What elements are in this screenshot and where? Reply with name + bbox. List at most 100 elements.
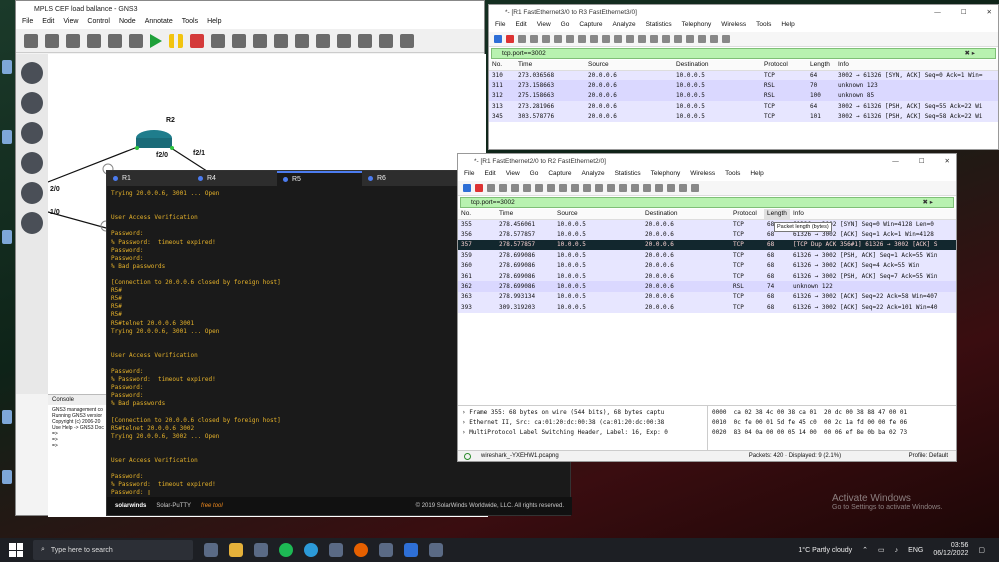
notifications-icon[interactable]: ▢ xyxy=(978,546,985,554)
menu-view[interactable]: View xyxy=(506,170,520,181)
save-icon[interactable] xyxy=(554,35,562,43)
find-icon[interactable] xyxy=(590,35,598,43)
menu-file[interactable]: File xyxy=(495,21,505,32)
table-row-selected[interactable]: 357 278.577857 10.0.0.5 20.0.0.6 TCP 68 [TCP D… xyxy=(458,239,956,251)
back-icon[interactable] xyxy=(602,35,610,43)
clear-filter-icon[interactable]: ✖ ▸ xyxy=(922,198,933,207)
close-file-icon[interactable] xyxy=(566,35,574,43)
first-icon[interactable] xyxy=(638,35,646,43)
menu-view[interactable]: View xyxy=(537,21,551,32)
app-icon[interactable] xyxy=(429,543,443,557)
col-time[interactable]: Time xyxy=(496,209,554,220)
col-length[interactable]: Length xyxy=(764,209,790,220)
col-no[interactable]: No. xyxy=(489,60,515,71)
reload-icon[interactable] xyxy=(578,35,586,43)
normal-size-icon[interactable] xyxy=(710,35,718,43)
router-icon[interactable] xyxy=(21,62,43,84)
wireshark-icon[interactable] xyxy=(404,543,418,557)
zoom-out-icon[interactable] xyxy=(698,35,706,43)
menu-telephony[interactable]: Telephony xyxy=(651,170,681,181)
col-no[interactable]: No. xyxy=(458,209,496,220)
menu-capture[interactable]: Capture xyxy=(548,170,571,181)
menu-edit[interactable]: Edit xyxy=(515,21,526,32)
menu-help[interactable]: Help xyxy=(750,170,763,181)
tab-r6[interactable]: R6 xyxy=(362,171,447,186)
desktop-icon[interactable] xyxy=(2,470,12,484)
close-icon[interactable]: ✕ xyxy=(987,5,992,21)
menu-wireless[interactable]: Wireless xyxy=(690,170,715,181)
screenshot-icon[interactable] xyxy=(400,33,414,48)
zoom-in-icon[interactable] xyxy=(686,35,694,43)
forward-icon[interactable] xyxy=(583,184,591,192)
menu-edit[interactable]: Edit xyxy=(42,18,54,29)
reload-icon[interactable] xyxy=(211,33,225,48)
tray-chevron-icon[interactable]: ⌃ xyxy=(862,546,868,554)
menu-wireless[interactable]: Wireless xyxy=(721,21,746,32)
file-explorer-icon[interactable] xyxy=(229,543,243,557)
display-filter-input[interactable]: tcp.port==3002 ✖ ▸ xyxy=(491,48,996,59)
grid-icon[interactable] xyxy=(108,33,122,48)
autoscroll-icon[interactable] xyxy=(631,184,639,192)
menu-file[interactable]: File xyxy=(464,170,474,181)
clock[interactable]: 03:56 06/12/2022 xyxy=(933,542,968,558)
col-source[interactable]: Source xyxy=(585,60,673,71)
stop-icon[interactable] xyxy=(190,33,204,48)
stop-capture-icon[interactable] xyxy=(475,184,483,192)
detail-ethernet[interactable]: › Ethernet II, Src: ca:01:20:dc:00:38 (c… xyxy=(462,418,703,428)
table-row[interactable]: 313 273.281966 20.0.0.6 10.0.0.5 TCP 64 3002 →… xyxy=(489,101,998,112)
clock-icon[interactable] xyxy=(87,33,101,48)
menu-tools[interactable]: Tools xyxy=(725,170,740,181)
link-icon[interactable] xyxy=(21,212,43,234)
table-row[interactable]: 360 278.699086 10.0.0.5 20.0.0.6 TCP 68 61326 … xyxy=(458,260,956,271)
lock-icon[interactable] xyxy=(337,33,351,48)
menu-file[interactable]: File xyxy=(22,18,33,29)
taskbar-search[interactable]: ⌕ Type here to search xyxy=(33,540,193,560)
language-indicator[interactable]: ENG xyxy=(908,547,923,554)
goto-icon[interactable] xyxy=(626,35,634,43)
back-icon[interactable] xyxy=(571,184,579,192)
resize-columns-icon[interactable] xyxy=(722,35,730,43)
last-icon[interactable] xyxy=(650,35,658,43)
menu-view[interactable]: View xyxy=(63,18,78,29)
packet-bytes-pane[interactable]: 0000 ca 02 38 4c 00 38 ca 01 20 dc 00 38… xyxy=(708,406,956,451)
save-icon[interactable] xyxy=(523,184,531,192)
restart-icon[interactable] xyxy=(487,184,495,192)
menu-analyze[interactable]: Analyze xyxy=(581,170,604,181)
menu-statistics[interactable]: Statistics xyxy=(646,21,672,32)
table-row[interactable]: 355 278.456061 10.0.0.5 20.0.0.6 TCP 68 61326 … xyxy=(458,219,956,230)
start-icon[interactable] xyxy=(150,33,162,48)
app-icon[interactable] xyxy=(254,543,268,557)
shark-fin-icon[interactable] xyxy=(494,35,502,43)
desktop-icon[interactable] xyxy=(2,410,12,424)
menu-telephony[interactable]: Telephony xyxy=(682,21,712,32)
open-icon[interactable] xyxy=(511,184,519,192)
zoom-out-icon[interactable] xyxy=(379,33,393,48)
menu-analyze[interactable]: Analyze xyxy=(612,21,635,32)
status-ready-icon[interactable] xyxy=(464,452,471,460)
colorize-icon[interactable] xyxy=(643,184,651,192)
col-info[interactable]: Info xyxy=(835,60,998,71)
task-view-icon[interactable] xyxy=(204,543,218,557)
volume-icon[interactable]: ♪ xyxy=(895,547,899,554)
router-r2-body[interactable] xyxy=(136,138,172,148)
app-icon[interactable] xyxy=(379,543,393,557)
menu-tools[interactable]: Tools xyxy=(182,18,198,29)
first-icon[interactable] xyxy=(607,184,615,192)
open-folder-icon[interactable] xyxy=(45,33,59,48)
menu-go[interactable]: Go xyxy=(530,170,539,181)
stop-capture-icon[interactable] xyxy=(506,35,514,43)
menu-help[interactable]: Help xyxy=(781,21,794,32)
spotify-icon[interactable] xyxy=(279,543,293,557)
tab-r5[interactable]: R5 xyxy=(277,171,362,186)
options-icon[interactable] xyxy=(530,35,538,43)
detail-frame[interactable]: › Frame 355: 68 bytes on wire (544 bits)… xyxy=(462,408,703,418)
console-icon[interactable] xyxy=(129,33,143,48)
security-device-icon[interactable] xyxy=(21,152,43,174)
close-icon[interactable]: ✕ xyxy=(945,154,950,170)
open-icon[interactable] xyxy=(542,35,550,43)
col-source[interactable]: Source xyxy=(554,209,642,220)
app-icon[interactable] xyxy=(329,543,343,557)
forward-icon[interactable] xyxy=(614,35,622,43)
goto-icon[interactable] xyxy=(595,184,603,192)
options-icon[interactable] xyxy=(499,184,507,192)
